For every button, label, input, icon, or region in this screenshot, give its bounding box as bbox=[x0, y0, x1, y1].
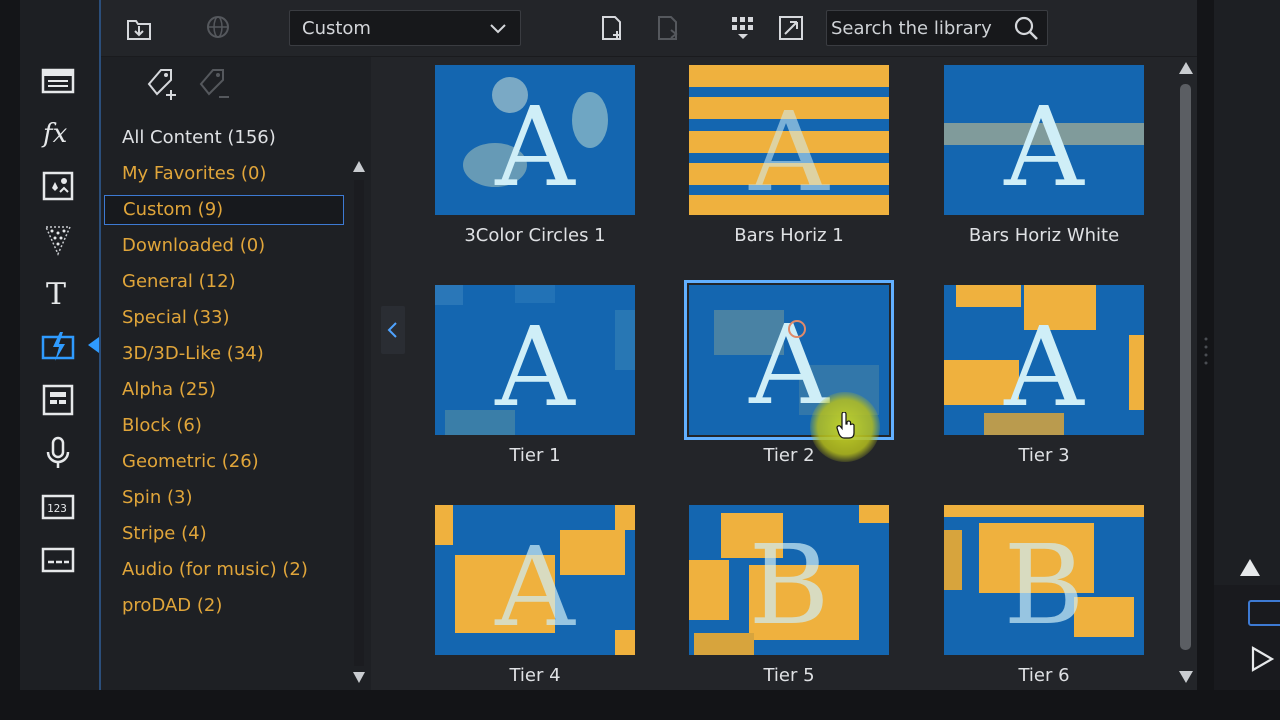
preview-timecode-field[interactable] bbox=[1248, 600, 1280, 626]
category-dropdown-value: Custom bbox=[302, 18, 371, 39]
category-item[interactable]: Geometric (26) bbox=[104, 444, 344, 480]
transition-label: Tier 3 bbox=[1018, 445, 1070, 466]
transition-label: Tier 2 bbox=[763, 445, 815, 466]
enlarge-icon bbox=[779, 16, 803, 40]
svg-text:A: A bbox=[494, 83, 576, 211]
menu-designer-icon[interactable] bbox=[38, 380, 78, 420]
category-item[interactable]: Block (6) bbox=[104, 408, 344, 444]
category-scrollbar[interactable] bbox=[354, 180, 364, 666]
remove-tag-button[interactable] bbox=[195, 66, 235, 106]
import-button[interactable] bbox=[121, 10, 157, 46]
svg-text:T: T bbox=[46, 277, 66, 310]
transition-label: Tier 1 bbox=[509, 445, 561, 466]
category-item[interactable]: General (12) bbox=[104, 264, 344, 300]
download-globe-button[interactable] bbox=[201, 10, 237, 46]
add-to-timeline-button[interactable] bbox=[594, 10, 630, 46]
transition-icon[interactable] bbox=[38, 326, 78, 366]
transition-thumbnail[interactable]: A bbox=[944, 65, 1144, 215]
chapter-icon[interactable]: 123 bbox=[38, 487, 78, 527]
category-item[interactable]: Alpha (25) bbox=[104, 372, 344, 408]
svg-text:A: A bbox=[1003, 303, 1085, 431]
search-box bbox=[826, 10, 1048, 46]
subtitle-icon[interactable] bbox=[38, 540, 78, 580]
grid-scrollbar-thumb[interactable] bbox=[1180, 84, 1191, 650]
transition-label: Tier 5 bbox=[763, 665, 815, 686]
voiceover-icon[interactable] bbox=[38, 433, 78, 473]
category-dropdown[interactable]: Custom bbox=[289, 10, 521, 46]
add-tag-button[interactable] bbox=[143, 66, 183, 106]
pip-objects-icon[interactable] bbox=[38, 166, 78, 206]
category-list: All Content (156) My Favorites (0) Custo… bbox=[104, 120, 344, 624]
svg-text:A: A bbox=[1003, 83, 1085, 211]
play-icon[interactable] bbox=[1248, 645, 1276, 673]
timeline-edge bbox=[0, 690, 1280, 720]
category-item[interactable]: Stripe (4) bbox=[104, 516, 344, 552]
grid-view-button[interactable] bbox=[725, 10, 761, 46]
transition-thumbnail[interactable]: A bbox=[689, 65, 889, 215]
search-icon[interactable] bbox=[1013, 15, 1039, 41]
category-item[interactable]: My Favorites (0) bbox=[104, 156, 344, 192]
transition-thumbnail[interactable]: A bbox=[435, 65, 635, 215]
transition-label: Bars Horiz White bbox=[968, 225, 1120, 246]
transition-thumbnail[interactable]: A bbox=[944, 285, 1144, 435]
category-item[interactable]: proDAD (2) bbox=[104, 588, 344, 624]
playhead-marker-icon[interactable] bbox=[1240, 559, 1260, 576]
svg-text:123: 123 bbox=[47, 502, 67, 515]
transition-thumbnail[interactable]: B bbox=[944, 505, 1144, 655]
download-globe-icon bbox=[207, 16, 229, 38]
chevron-down-icon bbox=[490, 24, 506, 34]
chevron-left-icon bbox=[387, 322, 397, 338]
transition-grid: A 3Color Circles 1 A Bars Horiz 1 A Bars… bbox=[410, 57, 1172, 690]
enlarge-button[interactable] bbox=[773, 10, 809, 46]
hand-cursor-icon bbox=[836, 412, 855, 439]
active-room-indicator bbox=[88, 337, 99, 353]
scroll-down-icon[interactable] bbox=[353, 672, 365, 683]
remove-button[interactable] bbox=[650, 10, 686, 46]
category-item[interactable]: 3D/3D-Like (34) bbox=[104, 336, 344, 372]
scroll-up-icon[interactable] bbox=[1179, 62, 1193, 74]
resize-grip-icon[interactable] bbox=[1204, 335, 1208, 365]
transition-thumbnail[interactable]: B bbox=[689, 505, 889, 655]
remove-tag-icon bbox=[199, 69, 229, 98]
category-item[interactable]: Downloaded (0) bbox=[104, 228, 344, 264]
transition-thumbnail[interactable]: A bbox=[435, 505, 635, 655]
category-item-selected[interactable]: Custom (9) bbox=[104, 195, 344, 225]
svg-text:B: B bbox=[749, 521, 830, 649]
fx-icon[interactable]: fx bbox=[38, 113, 78, 153]
collapse-panel-button[interactable] bbox=[381, 306, 405, 354]
svg-text:B: B bbox=[1004, 521, 1085, 649]
search-input[interactable] bbox=[827, 11, 1007, 45]
transition-label: Bars Horiz 1 bbox=[734, 225, 844, 246]
category-item[interactable]: Special (33) bbox=[104, 300, 344, 336]
title-icon[interactable]: T bbox=[38, 272, 78, 312]
remove-icon bbox=[658, 16, 678, 40]
add-to-timeline-icon bbox=[602, 16, 621, 40]
transition-label: Tier 4 bbox=[509, 665, 561, 686]
media-room-icon[interactable] bbox=[38, 60, 78, 100]
transition-thumbnail[interactable]: A bbox=[435, 285, 635, 435]
svg-text:A: A bbox=[494, 303, 576, 431]
scroll-down-icon[interactable] bbox=[1179, 671, 1193, 683]
transition-label: 3Color Circles 1 bbox=[464, 225, 606, 246]
svg-text:A: A bbox=[748, 88, 830, 215]
transition-label: Tier 6 bbox=[1018, 665, 1070, 686]
particle-icon[interactable] bbox=[38, 219, 78, 259]
add-tag-icon bbox=[147, 69, 176, 100]
grid-view-icon bbox=[732, 17, 753, 39]
svg-text:fx: fx bbox=[41, 119, 68, 149]
scroll-up-icon[interactable] bbox=[353, 161, 365, 172]
category-item[interactable]: Audio (for music) (2) bbox=[104, 552, 344, 588]
category-item[interactable]: All Content (156) bbox=[104, 120, 344, 156]
svg-text:A: A bbox=[494, 523, 576, 651]
import-icon bbox=[127, 20, 151, 40]
category-item[interactable]: Spin (3) bbox=[104, 480, 344, 516]
